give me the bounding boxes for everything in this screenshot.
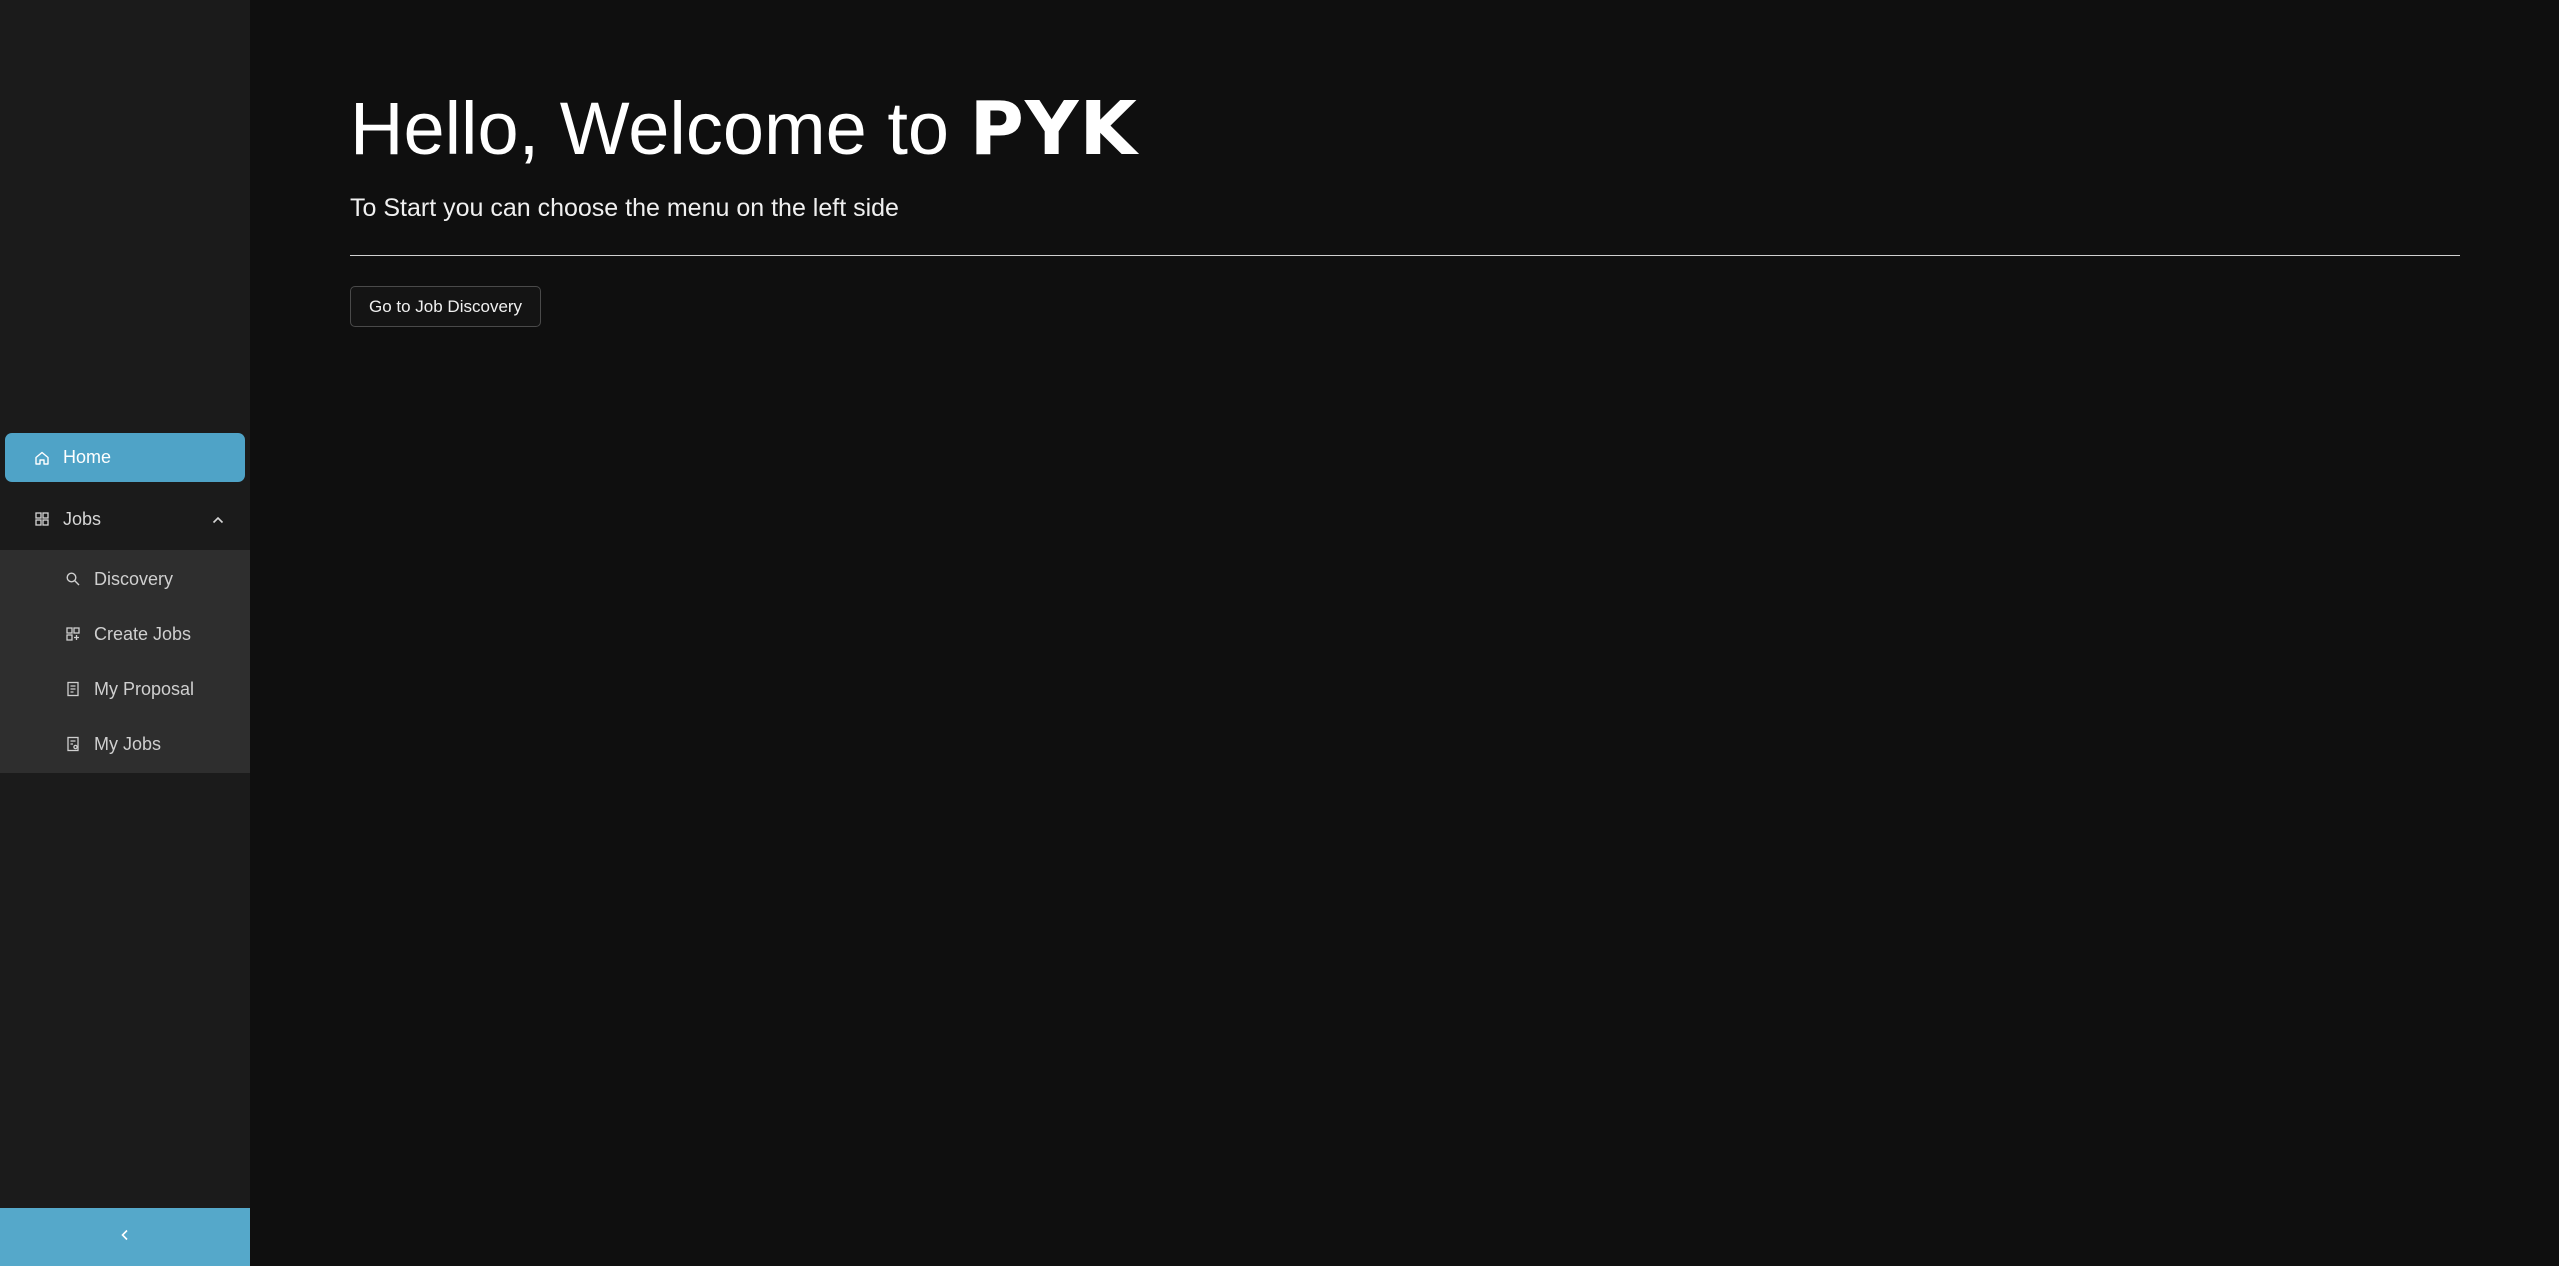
create-jobs-icon bbox=[64, 625, 82, 643]
page-subtitle: To Start you can choose the menu on the … bbox=[350, 194, 899, 222]
sidebar-item-my-proposal[interactable]: My Proposal bbox=[0, 663, 250, 715]
chevron-up-icon bbox=[211, 511, 225, 532]
title-prefix: Hello, Welcome to bbox=[350, 87, 950, 170]
home-icon bbox=[33, 449, 51, 467]
chevron-left-icon bbox=[118, 1228, 132, 1247]
sidebar-item-label: Discovery bbox=[94, 568, 174, 589]
sidebar-item-label: My Proposal bbox=[94, 678, 195, 699]
document-icon bbox=[64, 680, 82, 698]
sidebar-item-create-jobs[interactable]: Create Jobs bbox=[0, 608, 250, 660]
jobs-submenu: Discovery Create Jobs My Proposal My Job… bbox=[0, 550, 250, 773]
sidebar: Home Jobs Discovery Create Jobs My Propo… bbox=[0, 0, 250, 1266]
jobs-document-icon bbox=[64, 735, 82, 753]
brand-name: PYK bbox=[969, 86, 1138, 172]
sidebar-item-my-jobs[interactable]: My Jobs bbox=[0, 718, 250, 770]
sidebar-item-home[interactable]: Home bbox=[5, 433, 245, 482]
app: Home Jobs Discovery Create Jobs My Propo… bbox=[0, 0, 2559, 1266]
sidebar-item-jobs[interactable]: Jobs bbox=[0, 494, 250, 544]
go-to-job-discovery-button[interactable]: Go to Job Discovery bbox=[350, 286, 542, 327]
divider bbox=[350, 255, 2460, 256]
grid-icon bbox=[33, 510, 51, 528]
sidebar-item-label: Jobs bbox=[63, 508, 102, 529]
search-icon bbox=[64, 570, 82, 588]
sidebar-item-label: Create Jobs bbox=[94, 623, 192, 644]
sidebar-item-discovery[interactable]: Discovery bbox=[0, 553, 250, 605]
sidebar-collapse-button[interactable] bbox=[0, 1208, 250, 1266]
sidebar-item-label: My Jobs bbox=[94, 733, 162, 754]
sidebar-item-label: Home bbox=[63, 447, 112, 467]
page-title: Hello, Welcome to PYK bbox=[350, 88, 1138, 170]
